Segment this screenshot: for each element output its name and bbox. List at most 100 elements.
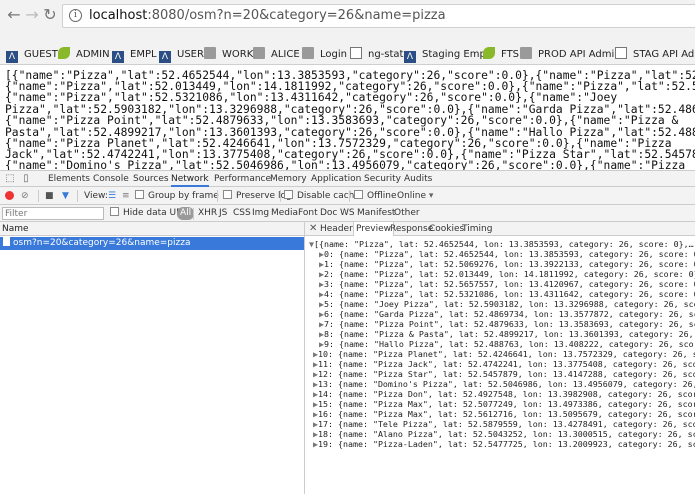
filter-type-font[interactable]: Font — [296, 207, 320, 220]
request-detail-tabs: ✕ Headers Preview Response Cookies Timin… — [305, 222, 695, 236]
filter-type-xhr[interactable]: XHR — [196, 207, 219, 220]
clear-icon[interactable]: ⊘ — [21, 187, 29, 205]
preview-item-text: 14: {name: "Pizza Don", lat: 52.4927548,… — [318, 389, 695, 399]
tab-preview[interactable]: Preview — [353, 222, 395, 236]
preserve-log-checkbox[interactable]: Preserve log — [223, 187, 292, 205]
folder-icon — [520, 47, 532, 59]
preview-item[interactable]: ▶2: {name: "Pizza", lat: 52.013449, lon:… — [319, 269, 695, 279]
preview-item[interactable]: ▶7: {name: "Pizza Point", lat: 52.487963… — [319, 319, 695, 329]
preview-item[interactable]: ▶6: {name: "Garda Pizza", lat: 52.486973… — [319, 309, 695, 319]
bookmark-label: GUEST — [24, 49, 58, 60]
bookmark-prod-api-admin[interactable]: PROD API Admin — [520, 46, 621, 63]
preview-item-text: 13: {name: "Domino's Pizza", lat: 52.504… — [318, 379, 695, 389]
tab-headers[interactable]: Headers — [320, 222, 357, 236]
preview-item[interactable]: ▶11: {name: "Pizza Jack", lat: 52.474224… — [313, 359, 695, 369]
preview-item[interactable]: ▶8: {name: "Pizza & Pasta", lat: 52.4899… — [319, 329, 695, 339]
filter-input[interactable] — [2, 207, 104, 220]
preview-item[interactable]: ▶4: {name: "Pizza", lat: 52.5321086, lon… — [319, 289, 695, 299]
preview-item[interactable]: ▶9: {name: "Hallo Pizza", lat: 52.488763… — [319, 339, 695, 349]
reload-icon[interactable]: ↻ — [40, 4, 60, 26]
preview-item[interactable]: ▶15: {name: "Pizza Max", lat: 52.5077249… — [313, 399, 695, 409]
bookmark-label: ng-stats — [368, 49, 409, 60]
tab-application[interactable]: Application — [311, 171, 361, 187]
bookmark-fts[interactable]: FTS — [483, 46, 519, 63]
filter-type-doc[interactable]: Doc — [318, 207, 339, 220]
throttling-select[interactable]: Online ▾ — [397, 187, 433, 205]
bookmarks-bar: Λ GUEST ADMIN Λ EMPL Λ USER WORK ALICE Logi… — [0, 44, 695, 65]
preview-item-text: 0: {name: "Pizza", lat: 52.4652544, lon:… — [324, 249, 695, 259]
throttling-value: Online — [397, 191, 427, 201]
panel-splitter[interactable] — [304, 222, 305, 494]
preview-item[interactable]: ▶10: {name: "Pizza Planet", lat: 52.4246… — [313, 349, 695, 359]
bookmark-admin[interactable]: ADMIN — [58, 46, 110, 63]
camera-icon[interactable]: ■ — [45, 187, 54, 205]
preview-item[interactable]: ▶19: {name: "Pizza-Laden", lat: 52.54777… — [313, 439, 695, 449]
request-row[interactable]: osm?n=20&category=26&name=pizza — [0, 237, 304, 250]
preview-item[interactable]: ▶14: {name: "Pizza Don", lat: 52.4927548… — [313, 389, 695, 399]
bookmark-stag-api-admin[interactable]: STAG API Admin — [615, 46, 695, 63]
request-name: osm?n=20&category=26&name=pizza — [13, 238, 191, 248]
preview-item[interactable]: ▶17: {name: "Tele Pizza", lat: 52.587955… — [313, 419, 695, 429]
record-icon[interactable] — [5, 191, 14, 200]
preview-item[interactable]: ▶0: {name: "Pizza", lat: 52.4652544, lon… — [319, 249, 695, 259]
tab-response[interactable]: Response — [390, 222, 433, 236]
preview-item[interactable]: ▶18: {name: "Alano Pizza", lat: 52.50432… — [313, 429, 695, 439]
bookmark-alice[interactable]: ALICE — [253, 46, 300, 63]
offline-checkbox[interactable]: Offline — [354, 187, 397, 205]
preview-item[interactable]: ▶12: {name: "Pizza Star", lat: 52.545787… — [313, 369, 695, 379]
address-bar[interactable]: i localhost:8080/osm?n=20&category=26&na… — [62, 4, 695, 28]
bookmark-work[interactable]: WORK — [204, 46, 253, 63]
filter-icon[interactable]: ▼ — [62, 187, 69, 205]
bookmark-user[interactable]: Λ USER — [159, 46, 204, 63]
tab-security[interactable]: Security — [364, 171, 401, 187]
bookmark-label: FTS — [501, 49, 520, 60]
page-json-content: [{"name":"Pizza","lat":52.4652544,"lon":… — [0, 66, 695, 170]
bookmark-ng-stats[interactable]: ng-stats — [350, 46, 409, 63]
overview-icon[interactable]: ≡ — [122, 187, 130, 205]
tab-console[interactable]: Console — [93, 171, 129, 187]
filter-type-ws[interactable]: WS — [338, 207, 357, 220]
tab-elements[interactable]: Elements — [48, 171, 90, 187]
preview-root-node[interactable]: ▼[{name: "Pizza", lat: 52.4652544, lon: … — [309, 239, 695, 249]
tab-sources[interactable]: Sources — [133, 171, 169, 187]
close-icon[interactable]: ✕ — [309, 222, 317, 236]
preview-item-text: 7: {name: "Pizza Point", lat: 52.4879633… — [324, 319, 695, 329]
inspect-element-icon[interactable]: ⬚ — [4, 173, 16, 185]
tab-timing[interactable]: Timing — [462, 222, 492, 236]
a-logo-icon: Λ — [159, 51, 171, 63]
preview-item[interactable]: ▶3: {name: "Pizza", lat: 52.5657557, lon… — [319, 279, 695, 289]
device-toolbar-icon[interactable]: ▯ — [20, 173, 32, 185]
address-url[interactable]: localhost:8080/osm?n=20&category=26&name… — [89, 8, 446, 23]
preview-root-text: [{name: "Pizza", lat: 52.4652544, lon: 1… — [314, 239, 695, 249]
tab-cookies[interactable]: Cookies — [429, 222, 464, 236]
bookmark-staging-empl[interactable]: Λ Staging Empl — [404, 46, 489, 63]
preview-item[interactable]: ▶13: {name: "Domino's Pizza", lat: 52.50… — [313, 379, 695, 389]
filter-type-other[interactable]: Other — [392, 207, 422, 220]
a-logo-icon: Λ — [6, 51, 18, 63]
tab-performance[interactable]: Performance — [214, 171, 271, 187]
back-arrow-icon[interactable]: ← — [4, 4, 24, 26]
tab-memory[interactable]: Memory — [270, 171, 307, 187]
preview-item[interactable]: ▶16: {name: "Pizza Max", lat: 52.5612716… — [313, 409, 695, 419]
group-by-frame-checkbox[interactable]: Group by frame — [135, 187, 219, 205]
toolbar-separator — [77, 190, 78, 202]
preview-item-text: 2: {name: "Pizza", lat: 52.013449, lon: … — [324, 269, 695, 279]
large-rows-icon[interactable]: ☰ — [108, 187, 116, 205]
group-by-frame-label: Group by frame — [148, 191, 219, 201]
bookmark-guest[interactable]: Λ GUEST — [6, 46, 58, 63]
filter-type-js[interactable]: JS — [217, 207, 229, 220]
info-icon[interactable]: i — [69, 9, 82, 22]
bookmark-empl[interactable]: Λ EMPL — [112, 46, 157, 63]
tab-network[interactable]: Network — [171, 171, 209, 187]
preview-item[interactable]: ▶5: {name: "Joey Pizza", lat: 52.5903182… — [319, 299, 695, 309]
requests-column-header[interactable]: Name — [0, 222, 304, 236]
tab-audits[interactable]: Audits — [404, 171, 432, 187]
checkbox-icon — [284, 190, 293, 199]
bookmark-login[interactable]: Login — [302, 46, 347, 63]
folder-icon — [302, 47, 314, 59]
filter-type-img[interactable]: Img — [250, 207, 271, 220]
bookmark-label: USER — [177, 49, 204, 60]
preview-item[interactable]: ▶1: {name: "Pizza", lat: 52.5069276, lon… — [319, 259, 695, 269]
filter-type-all[interactable]: All — [177, 207, 195, 220]
forward-arrow-icon[interactable]: → — [22, 4, 42, 26]
